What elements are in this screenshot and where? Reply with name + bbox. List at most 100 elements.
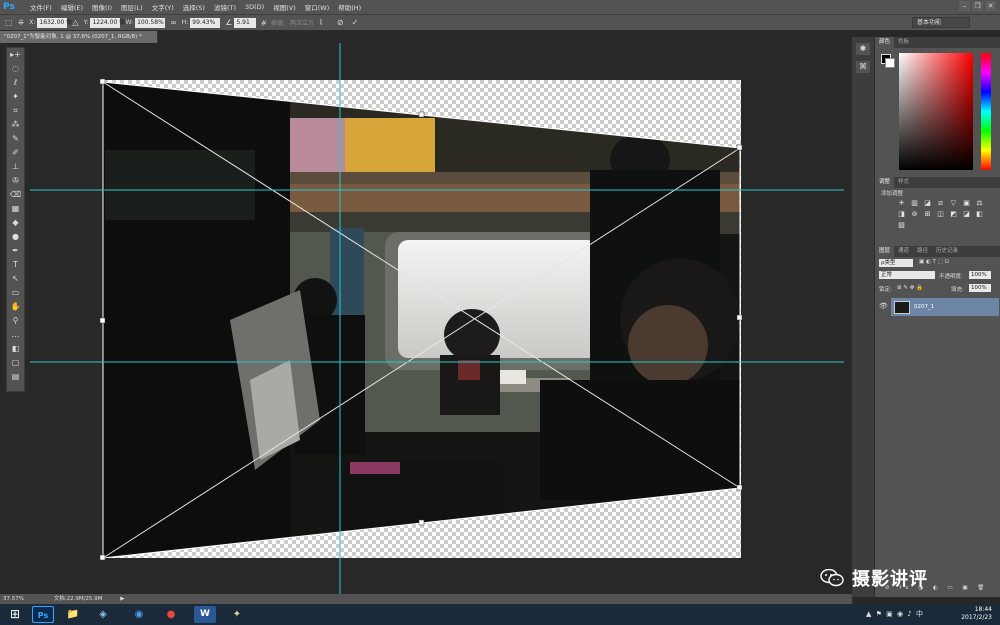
brush-settings-icon[interactable]: ✱ [856, 43, 870, 55]
photo-filter-icon[interactable]: ⊚ [910, 210, 919, 219]
hue-saturation-icon[interactable]: ▣ [962, 199, 971, 208]
tools-panel: ▸+ ◌ ℓ ✦ ⌗ ⁂ ✎ ✐ ⊥ ✇ ⌫ ▦ ◆ ● ✒ T ↖ ▭ ✋ ⚲… [6, 47, 25, 392]
layer-row[interactable]: 0207_1 [891, 298, 999, 316]
taskbar-photoshop-icon[interactable]: Ps [32, 606, 54, 623]
quick-select-tool-icon[interactable]: ✦ [7, 90, 24, 104]
tab-paths[interactable]: 路径 [913, 246, 932, 257]
train-photo [103, 82, 740, 558]
windows-taskbar: ⊞ Ps 📁 ◈ ◉ ● W ✦ ▲ ⚑ ▣ ◉ ♪ 中 18:44 2017/… [0, 604, 1000, 625]
clone-source-icon[interactable]: ⌘ [856, 61, 870, 73]
system-tray-icons[interactable]: ▲ ⚑ ▣ ◉ ♪ 中 [866, 609, 924, 619]
exposure-icon[interactable]: ⧄ [936, 199, 945, 208]
healing-brush-tool-icon[interactable]: ✎ [7, 132, 24, 146]
dodge-tool-icon[interactable]: ● [7, 230, 24, 244]
document-canvas[interactable] [0, 0, 1000, 625]
tab-color[interactable]: 颜色 [875, 37, 895, 48]
opacity-field[interactable]: 100% [969, 271, 991, 279]
taskbar-word-icon[interactable]: W [194, 606, 216, 623]
transform-handle[interactable] [99, 78, 106, 85]
layer-kind-filter[interactable]: ρ类型 [879, 259, 913, 267]
document-size[interactable]: 文档:22.9M/25.9M [54, 596, 103, 602]
black-white-icon[interactable]: ◨ [897, 210, 906, 219]
taskbar-app-icon[interactable]: ◈ [92, 606, 114, 623]
blend-mode-select[interactable]: 正常 [879, 271, 935, 279]
collapsed-panel-dock: ✱ ⌘ [852, 37, 874, 597]
marquee-tool-icon[interactable]: ◌ [7, 62, 24, 76]
add-adjustment-hint: 添加调整 [881, 191, 904, 197]
layer-visibility-icon[interactable]: 👁 [879, 302, 888, 310]
quick-mask-icon[interactable]: ▢ [7, 356, 24, 370]
taskbar-explorer-icon[interactable]: 📁 [62, 606, 84, 623]
transform-handle[interactable] [736, 144, 743, 151]
hue-slider[interactable] [981, 53, 991, 170]
move-tool-icon[interactable]: ▸+ [7, 48, 24, 62]
layers-panel-tabs: 图层 通道 路径 历史记录 [875, 246, 1000, 257]
color-picker-field[interactable] [899, 53, 973, 170]
zoom-level[interactable]: 37.57% [3, 596, 24, 602]
taskbar-clock[interactable]: 18:44 2017/2/23 [961, 606, 992, 622]
panels-column: 颜色 色板 调整 样式 添加调整 ☀ ▥ ◪ ⧄ ▽ ▣ ⚖ ◨ ⊚ ⊞ ◫ ◩… [874, 37, 1000, 597]
zoom-tool-icon[interactable]: ⚲ [7, 314, 24, 328]
color-panel-tabs: 颜色 色板 [875, 37, 1000, 48]
tab-channels[interactable]: 通道 [894, 246, 913, 257]
brush-tool-icon[interactable]: ✐ [7, 146, 24, 160]
rectangle-tool-icon[interactable]: ▭ [7, 286, 24, 300]
tab-history[interactable]: 历史记录 [932, 246, 962, 257]
levels-icon[interactable]: ▥ [910, 199, 919, 208]
more-tools-icon[interactable]: … [7, 328, 24, 342]
windows-start-icon[interactable]: ⊞ [4, 606, 26, 623]
vibrance-icon[interactable]: ▽ [949, 199, 958, 208]
invert-icon[interactable]: ◫ [936, 210, 945, 219]
color-balance-icon[interactable]: ⚖ [975, 199, 984, 208]
screen-mode-icon[interactable]: ▤ [7, 370, 24, 384]
hand-tool-icon[interactable]: ✋ [7, 300, 24, 314]
clock-time: 18:44 [974, 606, 992, 613]
posterize-icon[interactable]: ◩ [949, 210, 958, 219]
transform-handle[interactable] [99, 317, 106, 324]
color-swatches-icon[interactable]: ◧ [7, 342, 24, 356]
lock-icons[interactable]: ⊠ ✎ ✥ 🔒 [897, 285, 923, 291]
transform-handle[interactable] [736, 484, 743, 491]
tab-adjustments[interactable]: 调整 [875, 177, 895, 188]
transform-handle[interactable] [99, 554, 106, 561]
taskbar-app-icon[interactable]: ✦ [226, 606, 248, 623]
threshold-icon[interactable]: ◪ [962, 210, 971, 219]
tab-layers[interactable]: 图层 [875, 246, 895, 257]
gradient-map-icon[interactable]: ◧ [975, 210, 984, 219]
lock-label: 锁定: [879, 287, 892, 293]
layer-thumbnail [894, 300, 910, 314]
tab-swatches[interactable]: 色板 [894, 37, 913, 48]
adjustment-icons: ☀ ▥ ◪ ⧄ ▽ ▣ ⚖ ◨ ⊚ ⊞ ◫ ◩ ◪ ◧ ▨ [897, 199, 987, 230]
type-tool-icon[interactable]: T [7, 258, 24, 272]
lasso-tool-icon[interactable]: ℓ [7, 76, 24, 90]
adjustments-panel-tabs: 调整 样式 [875, 177, 1000, 188]
status-bar: 37.57% 文档:22.9M/25.9M ▶ [0, 594, 852, 604]
background-color-swatch[interactable] [885, 58, 895, 68]
opacity-label: 不透明度: [939, 274, 963, 280]
transform-handle[interactable] [418, 519, 425, 526]
eraser-tool-icon[interactable]: ⌫ [7, 188, 24, 202]
eyedropper-tool-icon[interactable]: ⁂ [7, 118, 24, 132]
transform-handle[interactable] [736, 314, 743, 321]
brightness-contrast-icon[interactable]: ☀ [897, 199, 906, 208]
watermark-text: 摄影讲评 [852, 569, 928, 590]
blur-tool-icon[interactable]: ◆ [7, 216, 24, 230]
gradient-tool-icon[interactable]: ▦ [7, 202, 24, 216]
taskbar-chrome-icon[interactable]: ● [160, 606, 182, 623]
wechat-logo [820, 569, 844, 587]
pen-tool-icon[interactable]: ✒ [7, 244, 24, 258]
clone-stamp-tool-icon[interactable]: ⊥ [7, 160, 24, 174]
status-arrow-icon[interactable]: ▶ [120, 596, 124, 602]
taskbar-browser-icon[interactable]: ◉ [128, 606, 150, 623]
path-select-tool-icon[interactable]: ↖ [7, 272, 24, 286]
layer-name: 0207_1 [914, 304, 935, 310]
selective-color-icon[interactable]: ▨ [897, 221, 906, 230]
channel-mixer-icon[interactable]: ⊞ [923, 210, 932, 219]
layer-filter-icons[interactable]: ▣ ◐ T ⬚ ⊡ [919, 259, 949, 265]
curves-icon[interactable]: ◪ [923, 199, 932, 208]
history-brush-tool-icon[interactable]: ✇ [7, 174, 24, 188]
tab-styles[interactable]: 样式 [894, 177, 913, 188]
crop-tool-icon[interactable]: ⌗ [7, 104, 24, 118]
fill-field[interactable]: 100% [969, 284, 991, 292]
transform-handle[interactable] [418, 111, 425, 118]
